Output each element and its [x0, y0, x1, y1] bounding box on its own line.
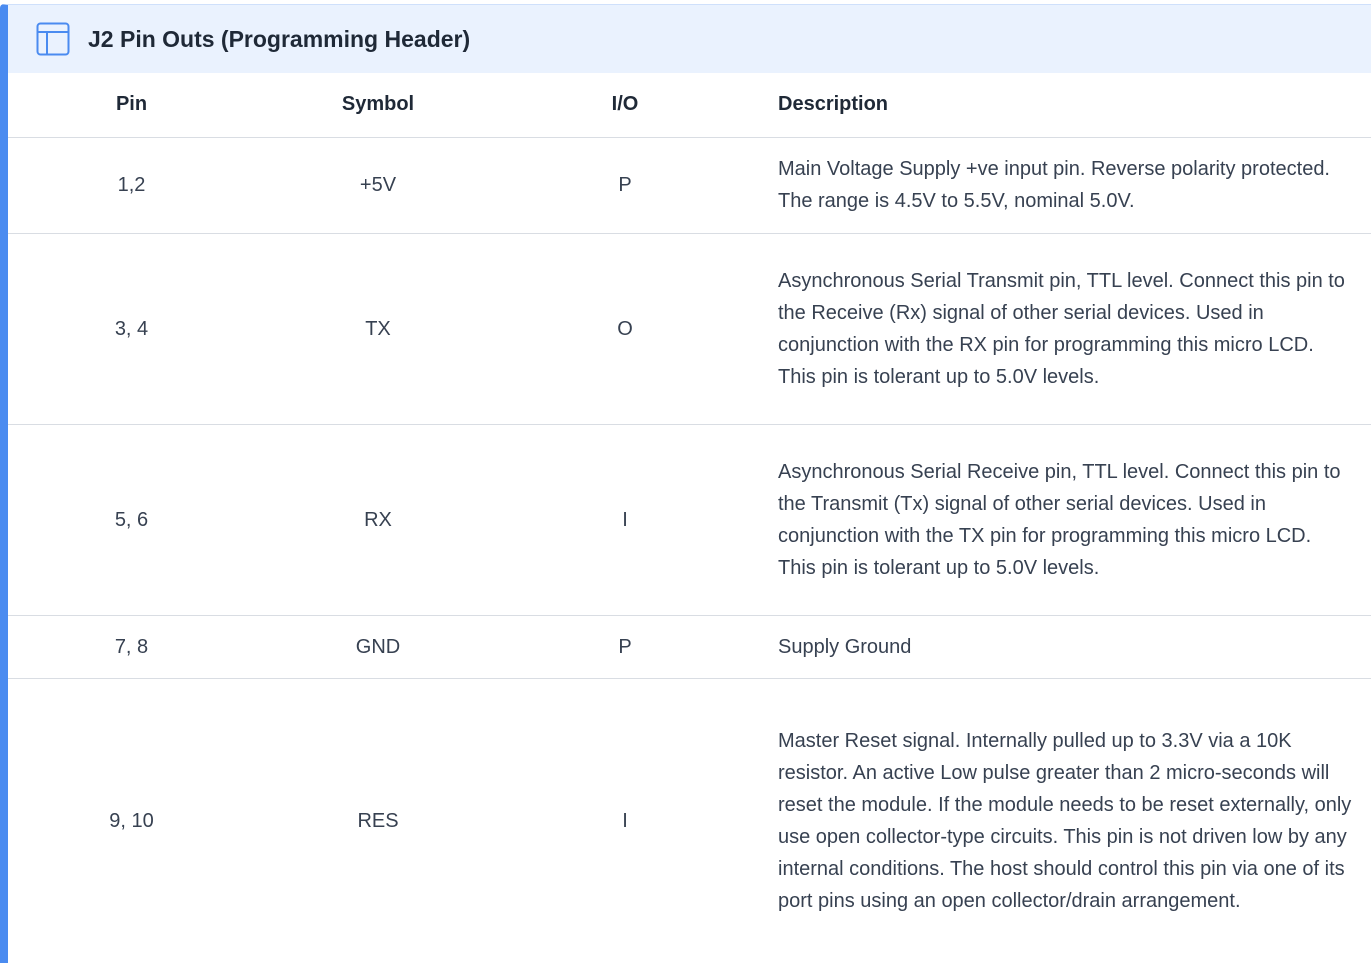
cell-symbol: TX [255, 233, 501, 425]
cell-io: I [622, 810, 628, 833]
cell-symbol: RES [357, 810, 399, 833]
cell-pin: 9, 10 [109, 810, 154, 833]
cell-pin: 5, 6 [8, 424, 255, 616]
panel-header: J2 Pin Outs (Programming Header) [8, 5, 1371, 73]
table-row: 3, 4 TX O Asynchronous Serial Transmit p… [8, 233, 1371, 425]
cell-symbol: +5V [255, 137, 501, 234]
column-header-io: I/O [501, 73, 749, 138]
table-icon [36, 22, 70, 56]
cell-io: O [501, 233, 749, 425]
cell-pin: 1,2 [8, 137, 255, 234]
cell-pin: 7, 8 [8, 615, 255, 679]
column-header-description: Description [749, 73, 1371, 138]
cell-description: Master Reset signal. Internally pulled u… [778, 730, 1352, 913]
cell-description: Main Voltage Supply +ve input pin. Rever… [749, 137, 1371, 234]
panel-title: J2 Pin Outs (Programming Header) [88, 25, 471, 52]
table-header-row: Pin Symbol I/O Description [8, 73, 1371, 138]
cell-description: Supply Ground [749, 615, 1371, 679]
cell-io: I [501, 424, 749, 616]
cell-io: P [501, 615, 749, 679]
cell-description: Asynchronous Serial Transmit pin, TTL le… [749, 233, 1371, 425]
pinout-table: Pin Symbol I/O Description 1,2 +5V P Mai… [8, 73, 1371, 963]
cell-io: P [501, 137, 749, 234]
cell-symbol: GND [255, 615, 501, 679]
cell-description: Asynchronous Serial Receive pin, TTL lev… [749, 424, 1371, 616]
table-row: 5, 6 RX I Asynchronous Serial Receive pi… [8, 424, 1371, 616]
cell-pin: 3, 4 [8, 233, 255, 425]
table-row: 9, 10 RES I Master Reset signal. Interna… [8, 678, 1371, 963]
pinout-panel: J2 Pin Outs (Programming Header) Pin Sym… [0, 4, 1371, 963]
cell-symbol: RX [255, 424, 501, 616]
column-header-symbol: Symbol [255, 73, 501, 138]
table-row: 7, 8 GND P Supply Ground [8, 615, 1371, 679]
table-row: 1,2 +5V P Main Voltage Supply +ve input … [8, 137, 1371, 234]
column-header-pin: Pin [8, 73, 255, 138]
